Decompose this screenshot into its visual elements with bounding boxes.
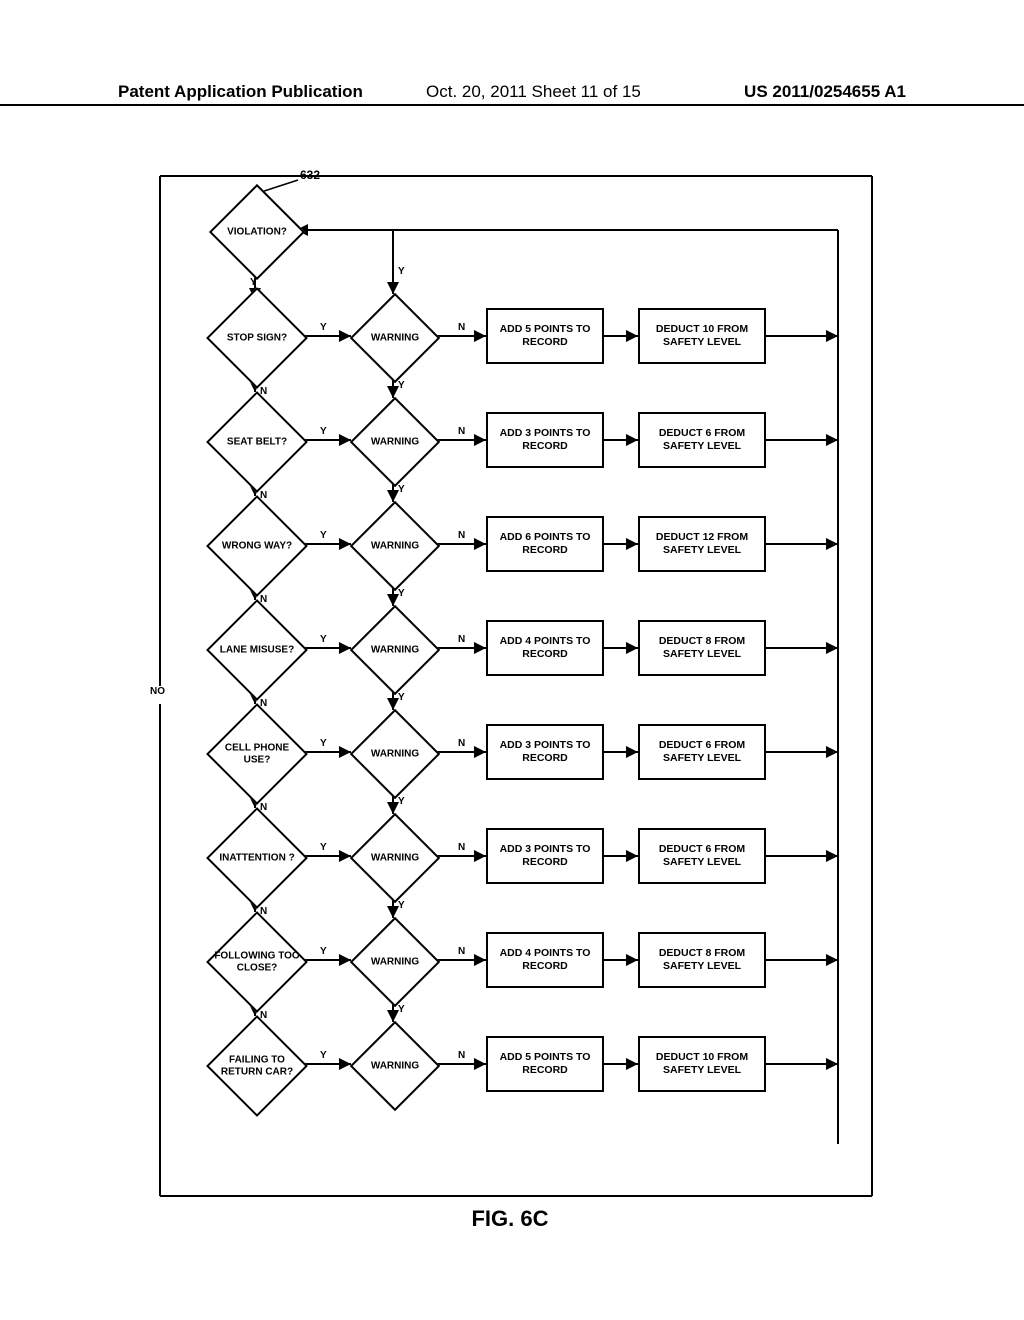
decision-label: WARNING [350, 332, 440, 344]
edge-y: Y [320, 426, 327, 437]
decision-label: WARNING [350, 644, 440, 656]
edge-n: N [458, 322, 465, 333]
decision-label: WARNING [350, 852, 440, 864]
decision-label: VIOLATION? [212, 226, 302, 238]
process-add-points: ADD 6 POINTS TO RECORD [486, 516, 604, 572]
process-deduct-safety: DEDUCT 8 FROM SAFETY LEVEL [638, 620, 766, 676]
edge-n: N [458, 946, 465, 957]
decision-label: WARNING [350, 956, 440, 968]
decision-label: FAILING TO RETURN CAR? [212, 1055, 302, 1078]
decision-label: WARNING [350, 748, 440, 760]
process-deduct-safety: DEDUCT 10 FROM SAFETY LEVEL [638, 1036, 766, 1092]
process-add-points: ADD 5 POINTS TO RECORD [486, 1036, 604, 1092]
process-deduct-safety: DEDUCT 12 FROM SAFETY LEVEL [638, 516, 766, 572]
edge-y: Y [320, 634, 327, 645]
process-deduct-safety: DEDUCT 6 FROM SAFETY LEVEL [638, 828, 766, 884]
edge-y: Y [398, 588, 405, 599]
process-add-points: ADD 4 POINTS TO RECORD [486, 932, 604, 988]
edge-n: N [458, 634, 465, 645]
edge-y: Y [398, 484, 405, 495]
edge-y: Y [320, 530, 327, 541]
edge-n: N [458, 1050, 465, 1061]
page-root: Patent Application Publication Oct. 20, … [0, 0, 1024, 1320]
process-deduct-safety: DEDUCT 10 FROM SAFETY LEVEL [638, 308, 766, 364]
decision-label: WARNING [350, 1060, 440, 1072]
decision-label: SEAT BELT? [212, 436, 302, 448]
page-header: Patent Application Publication Oct. 20, … [0, 82, 1024, 106]
decision-label: FOLLOWING TOO CLOSE? [212, 951, 302, 974]
edge-y: Y [320, 738, 327, 749]
process-deduct-safety: DEDUCT 6 FROM SAFETY LEVEL [638, 724, 766, 780]
process-add-points: ADD 3 POINTS TO RECORD [486, 412, 604, 468]
process-add-points: ADD 3 POINTS TO RECORD [486, 724, 604, 780]
decision-label: STOP SIGN? [212, 332, 302, 344]
header-left: Patent Application Publication [118, 82, 363, 102]
process-add-points: ADD 3 POINTS TO RECORD [486, 828, 604, 884]
process-add-points: ADD 4 POINTS TO RECORD [486, 620, 604, 676]
decision-label: WARNING [350, 540, 440, 552]
header-right: US 2011/0254655 A1 [744, 82, 906, 102]
edge-y: Y [398, 692, 405, 703]
edge-y: Y [320, 946, 327, 957]
edge-y: Y [320, 842, 327, 853]
flowchart-diagram: VIOLATION? Y Y 632 NO FIG. 6C STOP SIGN?… [148, 176, 872, 1196]
reference-number: 632 [300, 168, 320, 182]
edge-no: NO [150, 686, 165, 697]
figure-label: FIG. 6C [471, 1206, 548, 1232]
edge-n: N [458, 530, 465, 541]
edge-y: Y [250, 277, 257, 288]
decision-label: WRONG WAY? [212, 540, 302, 552]
edge-y: Y [398, 1004, 405, 1015]
edge-y: Y [398, 796, 405, 807]
process-deduct-safety: DEDUCT 6 FROM SAFETY LEVEL [638, 412, 766, 468]
header-center: Oct. 20, 2011 Sheet 11 of 15 [426, 82, 641, 102]
decision-label: CELL PHONE USE? [212, 743, 302, 766]
decision-label: INATTENTION ? [212, 852, 302, 864]
decision-label: WARNING [350, 436, 440, 448]
edge-n: N [458, 738, 465, 749]
edge-n: N [458, 426, 465, 437]
edge-y: Y [398, 900, 405, 911]
edge-y: Y [320, 322, 327, 333]
process-deduct-safety: DEDUCT 8 FROM SAFETY LEVEL [638, 932, 766, 988]
edge-y: Y [320, 1050, 327, 1061]
edge-y: Y [398, 380, 405, 391]
process-add-points: ADD 5 POINTS TO RECORD [486, 308, 604, 364]
edge-n: N [458, 842, 465, 853]
decision-label: LANE MISUSE? [212, 644, 302, 656]
edge-y: Y [398, 266, 405, 277]
